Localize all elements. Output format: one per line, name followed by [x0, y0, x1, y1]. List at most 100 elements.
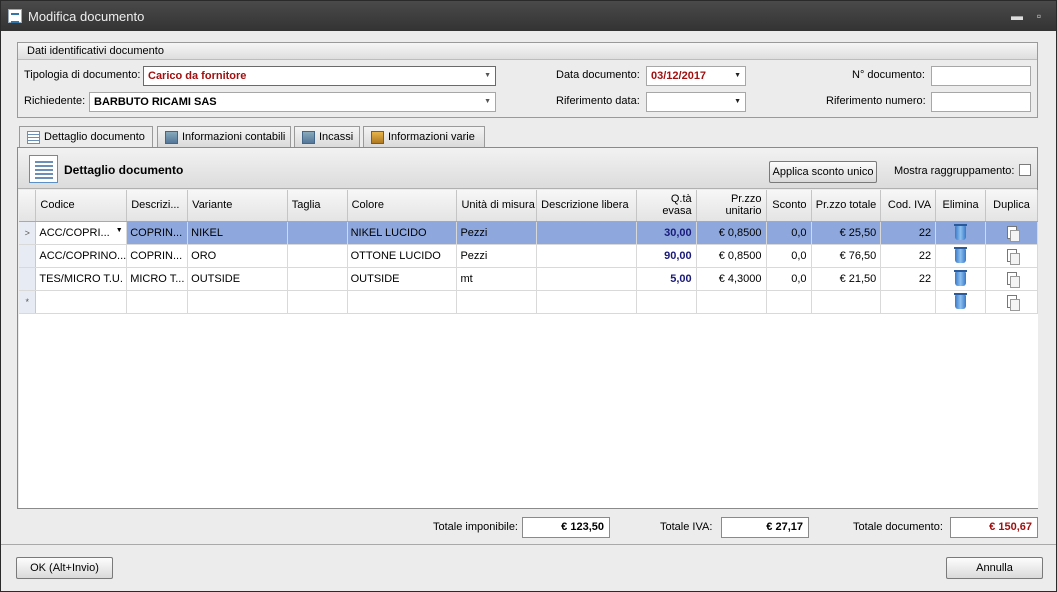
prezzo-unitario-cell[interactable]: [696, 290, 767, 314]
table-row[interactable]: ACC/COPRINO... COPRIN... ORO OTTONE LUCI…: [19, 244, 1038, 268]
variante-cell[interactable]: NIKEL: [187, 221, 288, 245]
new-row[interactable]: *: [19, 290, 1038, 314]
trash-icon[interactable]: [954, 246, 968, 263]
duplica-cell[interactable]: [985, 290, 1038, 314]
um-cell[interactable]: mt: [456, 267, 538, 291]
elimina-cell[interactable]: [935, 244, 986, 268]
trash-icon[interactable]: [954, 292, 968, 309]
cod-iva-cell[interactable]: 22: [880, 221, 937, 245]
maximize-icon[interactable]: ▫: [1031, 8, 1047, 24]
riferimento-data-picker[interactable]: ▼: [646, 92, 746, 112]
table-row[interactable]: > ACC/COPRI... ▼ COPRIN... NIKEL NIKEL LU…: [19, 221, 1038, 245]
cod-iva-cell[interactable]: 22: [880, 267, 937, 291]
qta-cell[interactable]: 90,00: [636, 244, 697, 268]
variante-cell[interactable]: ORO: [187, 244, 288, 268]
col-cod-iva[interactable]: Cod. IVA: [880, 190, 937, 222]
data-documento-picker[interactable]: 03/12/2017 ▼: [646, 66, 746, 86]
descrizione-libera-cell[interactable]: [536, 244, 637, 268]
sconto-cell[interactable]: 0,0: [766, 267, 812, 291]
tipologia-select[interactable]: Carico da fornitore ▼: [143, 66, 496, 86]
elimina-cell[interactable]: [935, 267, 986, 291]
duplica-cell[interactable]: [985, 221, 1038, 245]
copy-icon[interactable]: [1006, 295, 1020, 311]
descrizione-cell[interactable]: COPRIN...: [126, 221, 189, 245]
prezzo-unitario-cell[interactable]: € 4,3000: [696, 267, 767, 291]
copy-icon[interactable]: [1006, 226, 1020, 242]
colore-cell[interactable]: NIKEL LUCIDO: [347, 221, 458, 245]
col-unita-misura[interactable]: Unità di misura: [456, 190, 538, 222]
tab-informazioni-varie[interactable]: Informazioni varie: [363, 126, 485, 148]
qta-cell[interactable]: 30,00: [636, 221, 697, 245]
col-taglia[interactable]: Taglia: [287, 190, 348, 222]
cod-iva-cell[interactable]: 22: [880, 244, 937, 268]
qta-cell[interactable]: 5,00: [636, 267, 697, 291]
duplica-cell[interactable]: [985, 267, 1038, 291]
um-cell[interactable]: Pezzi: [456, 221, 538, 245]
richiedente-select[interactable]: BARBUTO RICAMI SAS ▼: [89, 92, 496, 112]
qta-cell[interactable]: [636, 290, 697, 314]
prezzo-unitario-cell[interactable]: € 0,8500: [696, 244, 767, 268]
col-prezzo-totale[interactable]: Pr.zzo totale: [811, 190, 882, 222]
sconto-cell[interactable]: 0,0: [766, 221, 812, 245]
copy-icon[interactable]: [1006, 249, 1020, 265]
sconto-cell[interactable]: 0,0: [766, 244, 812, 268]
col-descrizione-libera[interactable]: Descrizione libera: [536, 190, 637, 222]
group-title: Dati identificativi documento: [18, 43, 1037, 60]
codice-cell[interactable]: ACC/COPRINO...: [35, 244, 128, 268]
tab-dettaglio-documento[interactable]: Dettaglio documento: [19, 126, 153, 149]
col-elimina[interactable]: Elimina: [935, 190, 986, 222]
tab-informazioni-contabili[interactable]: Informazioni contabili: [157, 126, 291, 148]
row-selector[interactable]: [19, 267, 37, 291]
taglia-cell[interactable]: [287, 221, 348, 245]
codice-cell[interactable]: TES/MICRO T.U.: [35, 267, 128, 291]
descrizione-libera-cell[interactable]: [536, 267, 637, 291]
col-qta-evasa[interactable]: Q.tà evasa: [636, 190, 697, 222]
taglia-cell[interactable]: [287, 244, 348, 268]
col-prezzo-unitario[interactable]: Pr.zzo unitario: [696, 190, 767, 222]
duplica-cell[interactable]: [985, 244, 1038, 268]
variante-cell[interactable]: OUTSIDE: [187, 267, 288, 291]
ok-button[interactable]: OK (Alt+Invio): [16, 557, 113, 579]
colore-cell[interactable]: OUTSIDE: [347, 267, 458, 291]
descrizione-libera-cell[interactable]: [536, 221, 637, 245]
elimina-cell[interactable]: [935, 290, 986, 314]
minimize-icon[interactable]: ▬: [1009, 8, 1025, 24]
col-colore[interactable]: Colore: [347, 190, 458, 222]
riferimento-numero-input[interactable]: [931, 92, 1031, 112]
n-documento-input[interactable]: [931, 66, 1031, 86]
col-variante[interactable]: Variante: [187, 190, 288, 222]
colore-cell[interactable]: OTTONE LUCIDO: [347, 244, 458, 268]
col-descrizione[interactable]: Descrizi...: [126, 190, 189, 222]
colore-cell[interactable]: [347, 290, 458, 314]
copy-icon[interactable]: [1006, 272, 1020, 288]
annulla-button[interactable]: Annulla: [946, 557, 1043, 579]
col-codice[interactable]: Codice: [35, 190, 128, 222]
totale-imponibile-label: Totale imponibile:: [433, 521, 518, 533]
table-row[interactable]: TES/MICRO T.U. MICRO T... OUTSIDE OUTSID…: [19, 267, 1038, 291]
um-cell[interactable]: [456, 290, 538, 314]
col-sconto[interactable]: Sconto: [766, 190, 812, 222]
descrizione-cell[interactable]: [126, 290, 189, 314]
descrizione-cell[interactable]: COPRIN...: [126, 244, 189, 268]
prezzo-unitario-cell[interactable]: € 0,8500: [696, 221, 767, 245]
new-row-marker[interactable]: *: [19, 290, 37, 314]
row-selector[interactable]: [19, 244, 37, 268]
row-pointer-icon[interactable]: >: [19, 221, 37, 245]
descrizione-libera-cell[interactable]: [536, 290, 637, 314]
mostra-raggruppamento-checkbox[interactable]: [1019, 164, 1031, 176]
taglia-cell[interactable]: [287, 290, 348, 314]
descrizione-cell[interactable]: MICRO T...: [126, 267, 189, 291]
trash-icon[interactable]: [954, 269, 968, 286]
um-cell[interactable]: Pezzi: [456, 244, 538, 268]
codice-cell[interactable]: ACC/COPRI... ▼: [35, 221, 128, 245]
tab-incassi[interactable]: Incassi: [294, 126, 360, 148]
codice-cell[interactable]: [35, 290, 128, 314]
trash-icon[interactable]: [954, 223, 968, 240]
variante-cell[interactable]: [187, 290, 288, 314]
taglia-cell[interactable]: [287, 267, 348, 291]
col-duplica[interactable]: Duplica: [985, 190, 1038, 222]
elimina-cell[interactable]: [935, 221, 986, 245]
cod-iva-cell[interactable]: [880, 290, 937, 314]
applica-sconto-button[interactable]: Applica sconto unico: [769, 161, 877, 183]
sconto-cell[interactable]: [766, 290, 812, 314]
